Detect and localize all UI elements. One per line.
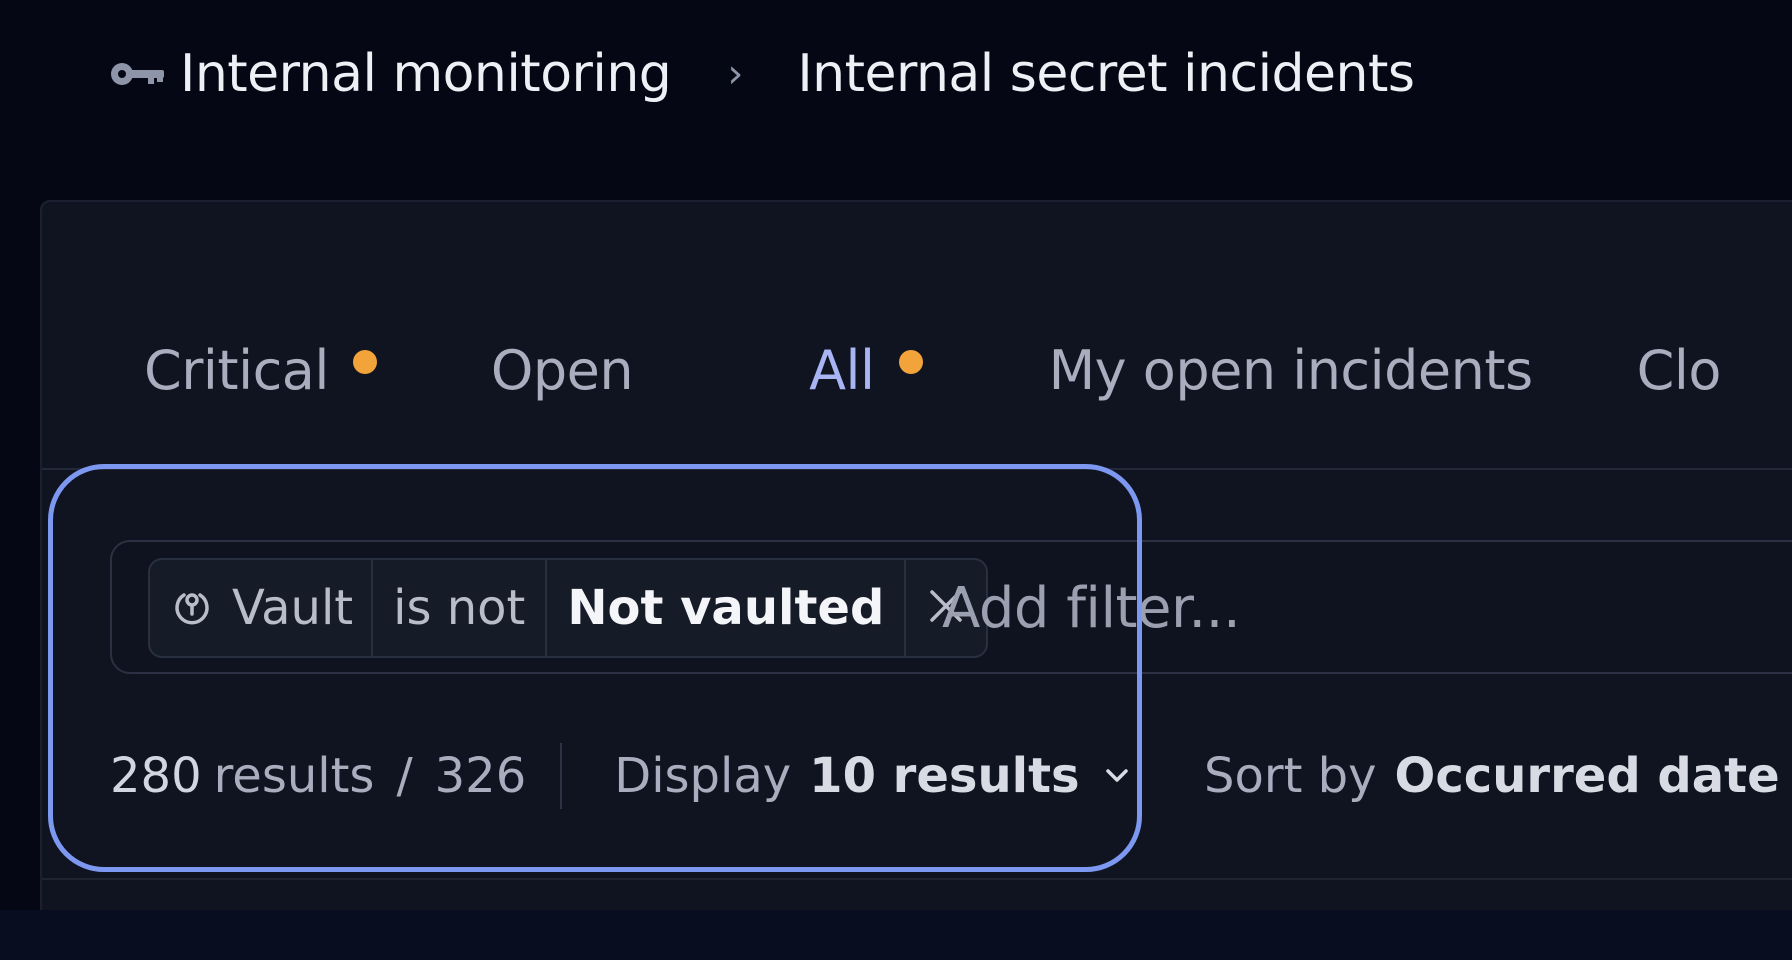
notification-dot bbox=[898, 350, 923, 374]
tab-label: Clo bbox=[1636, 338, 1722, 402]
filter-bar[interactable]: Vault is not Not vaulted Add filter... bbox=[110, 540, 1792, 674]
divider bbox=[42, 878, 1792, 880]
chevron-down-icon[interactable] bbox=[1102, 766, 1132, 786]
notification-dot bbox=[352, 350, 377, 374]
tab-label: My open incidents bbox=[1048, 338, 1534, 402]
filter-value[interactable]: Not vaulted bbox=[547, 560, 907, 656]
filter-operator[interactable]: is not bbox=[373, 560, 548, 656]
results-count: 280 bbox=[110, 748, 202, 804]
vault-icon bbox=[170, 586, 214, 630]
add-filter-input[interactable]: Add filter... bbox=[942, 570, 1241, 646]
results-label: results bbox=[213, 748, 375, 804]
sort-dropdown[interactable]: Occurred date bbox=[1395, 748, 1780, 804]
divider bbox=[42, 468, 1792, 470]
filter-chip[interactable]: Vault is not Not vaulted bbox=[148, 558, 989, 658]
tab-label: Critical bbox=[144, 338, 329, 402]
tab-closed[interactable]: Clo bbox=[1636, 338, 1722, 402]
sort-label: Sort by bbox=[1204, 748, 1377, 804]
breadcrumb-separator: › bbox=[727, 51, 744, 97]
tab-label: Open bbox=[490, 338, 634, 402]
filter-field[interactable]: Vault bbox=[150, 560, 374, 656]
display-label: Display bbox=[614, 748, 792, 804]
results-slash: / bbox=[396, 748, 413, 804]
tab-open[interactable]: Open bbox=[490, 338, 634, 402]
divider bbox=[560, 743, 563, 809]
tab-my-open-incidents[interactable]: My open incidents bbox=[1048, 338, 1534, 402]
results-toolbar: 280 results / 326 Display 10 results bbox=[110, 736, 1132, 816]
sort-control[interactable]: Sort by Occurred date bbox=[1204, 736, 1792, 816]
key-icon bbox=[108, 54, 172, 94]
breadcrumb-parent[interactable]: Internal monitoring bbox=[180, 44, 672, 104]
filter-field-label: Vault bbox=[232, 580, 354, 636]
breadcrumb-current: Internal secret incidents bbox=[797, 44, 1415, 104]
tab-label: All bbox=[809, 338, 875, 402]
display-dropdown[interactable]: 10 results bbox=[809, 748, 1079, 804]
page-background bbox=[0, 910, 1792, 960]
page: Internal monitoring › Internal secret in… bbox=[0, 0, 1792, 960]
tab-bar: Critical Open All My open incidents Clo bbox=[104, 330, 1721, 410]
results-total: 326 bbox=[434, 748, 527, 804]
breadcrumb: Internal monitoring › Internal secret in… bbox=[108, 38, 1415, 110]
tab-critical[interactable]: Critical bbox=[144, 339, 377, 402]
tab-all[interactable]: All bbox=[809, 338, 923, 402]
